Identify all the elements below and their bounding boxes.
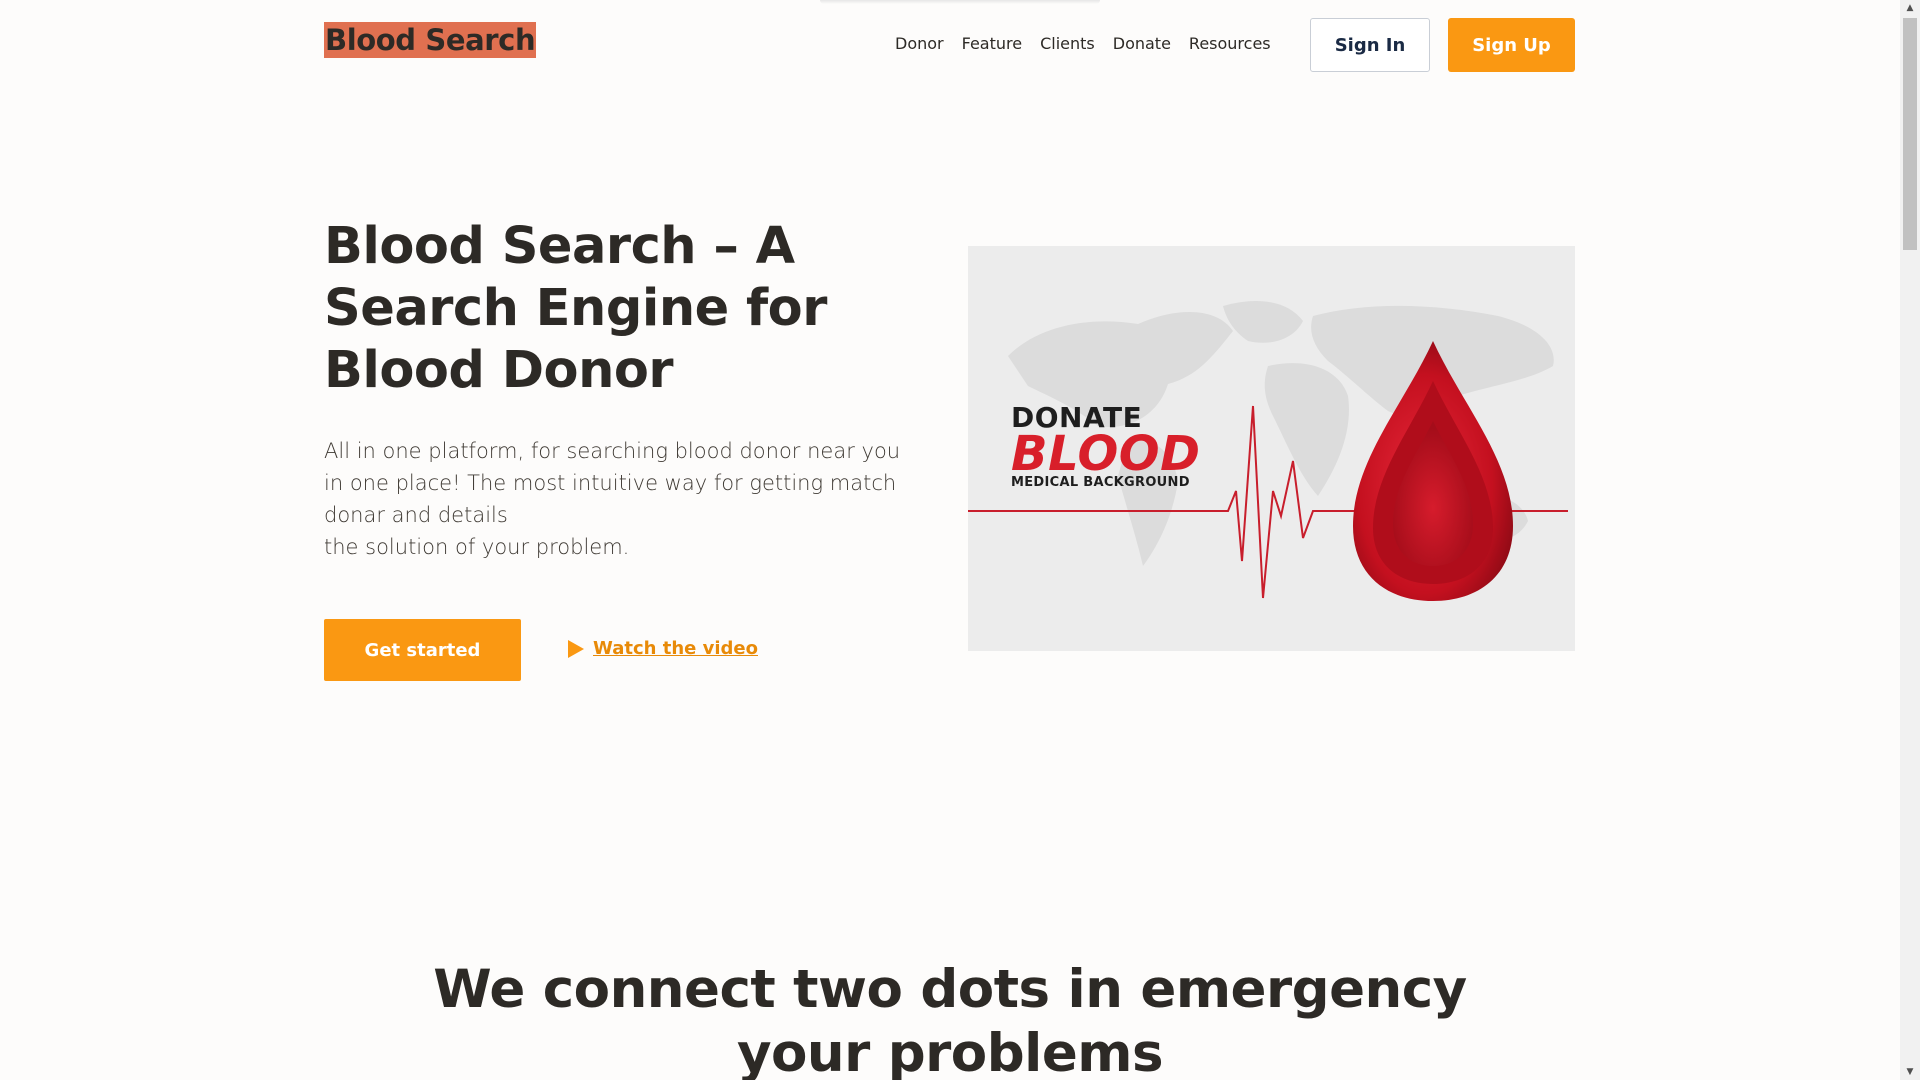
nav-link-feature[interactable]: Feature	[962, 34, 1022, 54]
hero-image: DONATE BLOOD MEDICAL BACKGROUND	[968, 246, 1575, 651]
medical-background-label: MEDICAL BACKGROUND	[1011, 475, 1190, 490]
hero-description-line: the solution of your problem.	[324, 535, 630, 559]
scrollbar[interactable]: ▲ ▼	[1900, 0, 1920, 1080]
hero-description-line: All in one platform, for searching blood…	[324, 439, 901, 527]
blood-label: BLOOD	[1011, 426, 1201, 482]
scroll-thumb[interactable]	[1903, 18, 1917, 250]
section-title: We connect two dots in emergency your pr…	[433, 959, 1467, 1080]
page: Blood Search Donor Feature Clients Donat…	[0, 0, 1900, 1080]
logo[interactable]: Blood Search	[324, 22, 537, 58]
get-started-button[interactable]: Get started	[324, 619, 521, 681]
watch-video-link[interactable]: Watch the video	[567, 638, 758, 659]
nav-link-resources[interactable]: Resources	[1189, 34, 1271, 54]
main-nav: Donor Feature Clients Donate Resources	[895, 34, 1271, 54]
sign-up-button[interactable]: Sign Up	[1448, 18, 1575, 72]
top-shadow	[820, 0, 1100, 4]
nav-link-donate[interactable]: Donate	[1113, 34, 1171, 54]
scroll-up-icon[interactable]: ▲	[1900, 0, 1920, 16]
donate-blood-text: DONATE BLOOD MEDICAL BACKGROUND	[1011, 404, 1201, 490]
scroll-down-icon[interactable]: ▼	[1900, 1064, 1920, 1080]
sign-in-button[interactable]: Sign In	[1310, 18, 1430, 72]
hero-title: Blood Search – A Search Engine for Blood…	[324, 217, 827, 400]
hero-description: All in one platform, for searching blood…	[324, 435, 924, 563]
nav-link-donor[interactable]: Donor	[895, 34, 944, 54]
watch-video-label: Watch the video	[593, 638, 758, 659]
play-icon	[568, 639, 584, 658]
nav-link-clients[interactable]: Clients	[1040, 34, 1095, 54]
